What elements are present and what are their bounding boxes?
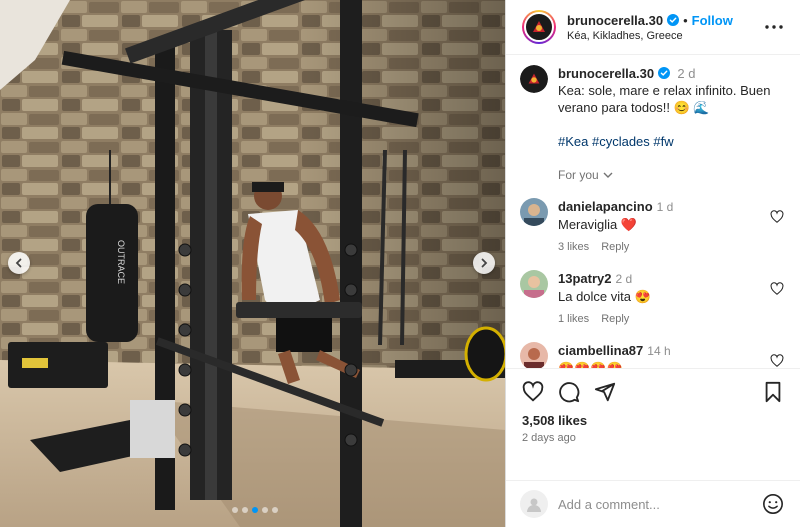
comment-text: 😍😍😍😍 xyxy=(558,360,784,368)
likes-count[interactable]: 3,508 likes xyxy=(522,413,784,428)
author-username[interactable]: brunocerella.30 xyxy=(567,13,663,28)
comment-item: 13patry2 2 d La dolce vita 😍 1 likes Repl… xyxy=(520,270,784,328)
carousel-dot xyxy=(262,507,268,513)
carousel-next-button[interactable] xyxy=(473,252,495,274)
comment-likes[interactable]: 3 likes xyxy=(558,239,589,256)
comment-likes[interactable]: 1 likes xyxy=(558,311,589,328)
avatar-image xyxy=(520,270,548,298)
comment-time: 2 d xyxy=(615,272,633,286)
emoji-icon[interactable] xyxy=(762,493,784,515)
for-you-label: For you xyxy=(558,168,599,182)
comment-text: Meraviglia ❤️ xyxy=(558,217,638,232)
post-caption: brunocerella.30 2 d Kea: sole, mare e re… xyxy=(520,65,784,184)
post-header: brunocerella.30 • Follow Kéa, Kikladhes,… xyxy=(506,0,800,55)
caption-hashtags[interactable]: #Kea #cyclades #fw xyxy=(558,133,784,150)
carousel-dot xyxy=(232,507,238,513)
comment-text: La dolce vita 😍 xyxy=(558,289,651,304)
post-photo[interactable]: OUTRACE xyxy=(0,0,505,527)
chevron-right-icon xyxy=(481,258,488,268)
caption-time: 2 d xyxy=(677,66,696,81)
heart-icon[interactable] xyxy=(770,210,784,224)
avatar-image xyxy=(520,198,548,226)
carousel-dot xyxy=(242,507,248,513)
chevron-down-icon xyxy=(603,172,613,178)
caption-username[interactable]: brunocerella.30 xyxy=(558,66,654,81)
commenter-avatar[interactable] xyxy=(520,198,548,226)
post-side-panel: brunocerella.30 • Follow Kéa, Kikladhes,… xyxy=(505,0,800,527)
heart-icon[interactable] xyxy=(522,381,544,403)
comment-item: ciambellina87 14 h 😍😍😍😍 xyxy=(520,342,784,368)
more-options-button[interactable] xyxy=(762,15,786,39)
comments-section: brunocerella.30 2 d Kea: sole, mare e re… xyxy=(506,55,800,368)
comment-username[interactable]: 13patry2 xyxy=(558,271,611,286)
chevron-left-icon xyxy=(15,258,22,268)
comment-username[interactable]: danielapancino xyxy=(558,199,653,214)
carousel-dot xyxy=(272,507,278,513)
author-avatar[interactable] xyxy=(522,10,556,44)
comment-item: danielapancino 1 d Meraviglia ❤️ 3 likes … xyxy=(520,198,784,256)
bookmark-icon[interactable] xyxy=(762,381,784,403)
gym-scene-image: OUTRACE xyxy=(0,0,505,527)
current-user-avatar xyxy=(520,490,548,518)
carousel-dot-active xyxy=(252,507,258,513)
author-info: brunocerella.30 • Follow Kéa, Kikladhes,… xyxy=(567,13,762,42)
avatar-image xyxy=(520,342,548,368)
dot-separator: • xyxy=(683,12,688,28)
carousel-dots xyxy=(232,507,278,513)
user-placeholder-icon xyxy=(527,498,541,512)
verified-badge-icon xyxy=(657,67,670,79)
post-viewer: OUTRACE brunocerella.30 • Follow Kéa, Ki… xyxy=(0,0,800,527)
avatar-image xyxy=(528,73,540,84)
comment-time: 1 d xyxy=(656,200,674,214)
carousel-prev-button[interactable] xyxy=(8,252,30,274)
comment-icon[interactable] xyxy=(558,381,580,403)
commenter-avatar[interactable] xyxy=(520,270,548,298)
reply-button[interactable]: Reply xyxy=(601,239,629,256)
post-location[interactable]: Kéa, Kikladhes, Greece xyxy=(567,30,762,42)
for-you-toggle[interactable]: For you xyxy=(558,167,784,184)
more-options-icon xyxy=(765,25,783,29)
comment-input[interactable] xyxy=(558,496,752,512)
comment-username[interactable]: ciambellina87 xyxy=(558,343,643,358)
reply-button[interactable]: Reply xyxy=(601,311,629,328)
verified-badge-icon xyxy=(667,14,680,26)
heart-icon[interactable] xyxy=(770,282,784,296)
heart-icon[interactable] xyxy=(770,354,784,368)
follow-button[interactable]: Follow xyxy=(692,13,733,28)
commenter-avatar[interactable] xyxy=(520,342,548,368)
avatar-image xyxy=(533,21,545,32)
share-icon[interactable] xyxy=(594,381,616,403)
comment-time: 14 h xyxy=(647,344,671,358)
bag-brand-text: OUTRACE xyxy=(116,240,126,284)
caption-avatar[interactable] xyxy=(520,65,548,93)
caption-text: Kea: sole, mare e relax infinito. Buen v… xyxy=(558,83,771,115)
add-comment-bar xyxy=(506,480,800,527)
post-actions: 3,508 likes 2 days ago xyxy=(506,368,800,480)
post-date: 2 days ago xyxy=(522,432,576,444)
